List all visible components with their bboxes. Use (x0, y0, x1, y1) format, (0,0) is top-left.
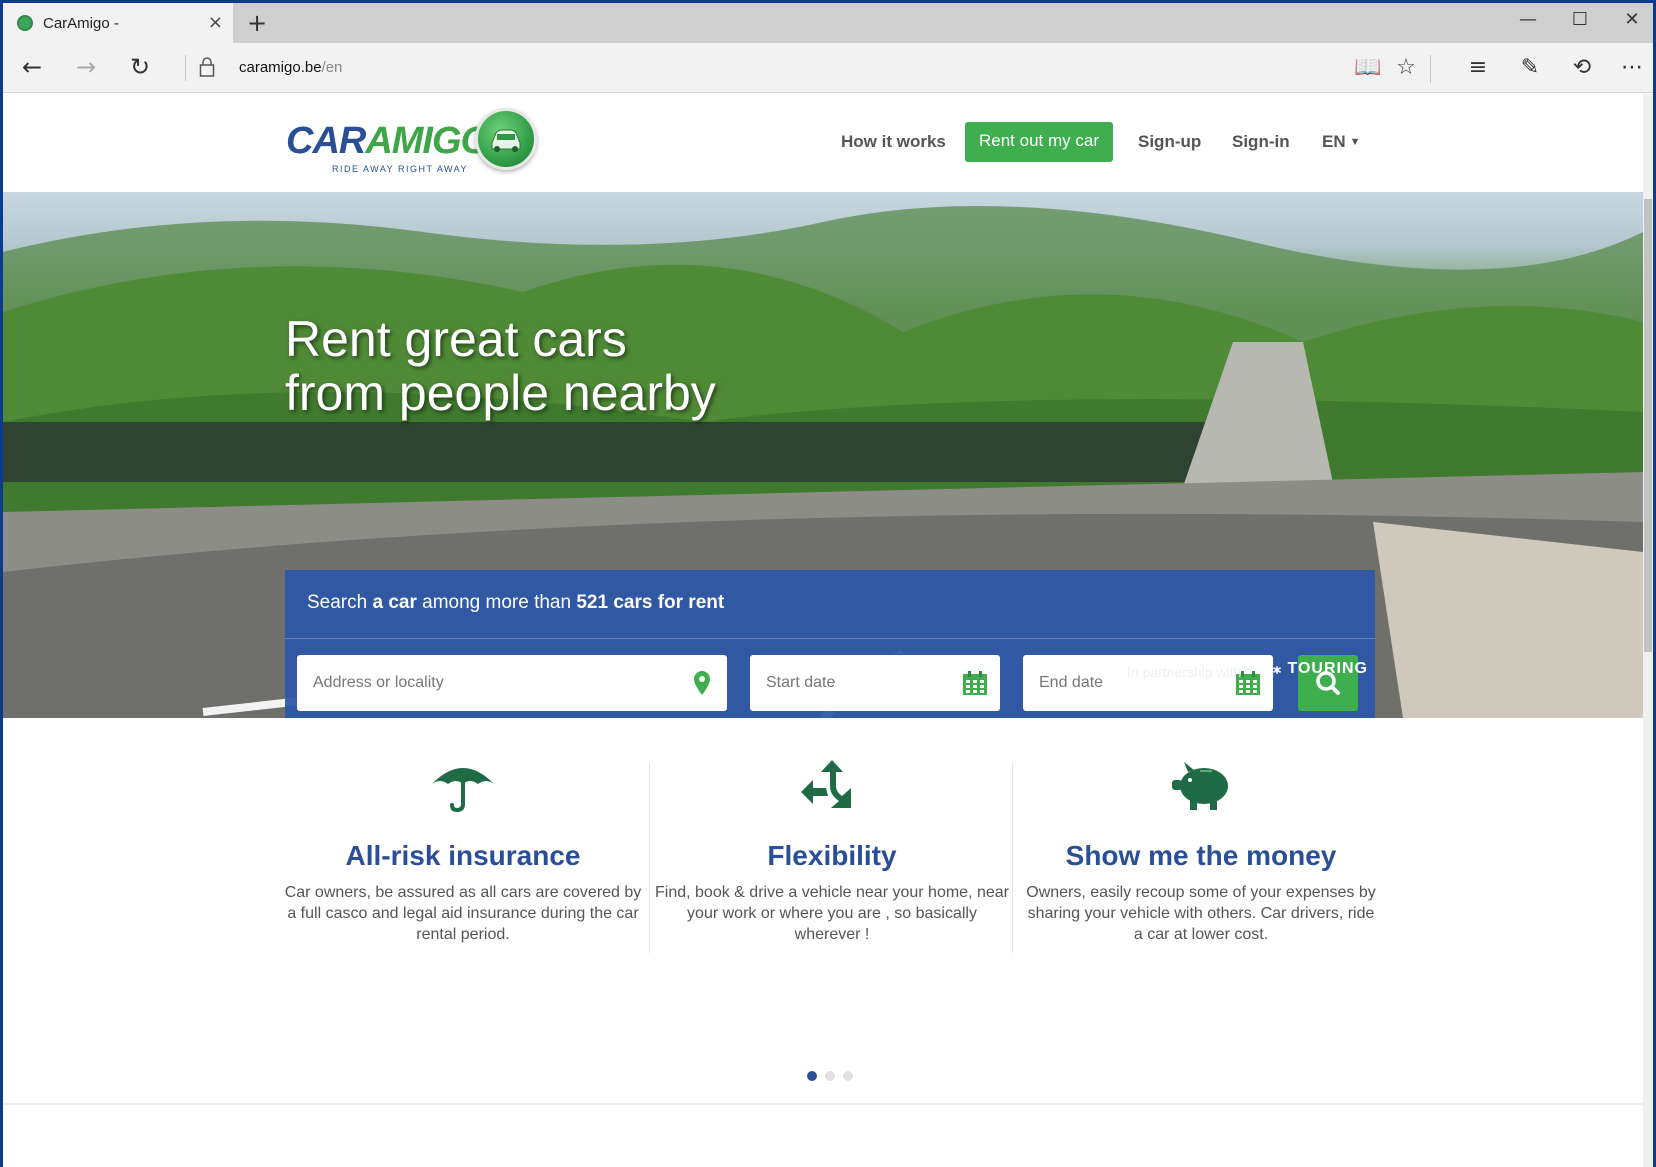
piggy-bank-icon (1172, 762, 1228, 810)
carousel-dot[interactable] (825, 1071, 835, 1081)
feature-flexibility: Flexibility Find, book & drive a vehicle… (652, 758, 1012, 945)
tab-close-icon[interactable]: × (208, 12, 223, 33)
nav-signup[interactable]: Sign-up (1138, 122, 1201, 162)
nav-signin[interactable]: Sign-in (1232, 122, 1290, 162)
favicon-icon (17, 15, 33, 31)
feature-separator (1012, 763, 1013, 953)
feature-title: Show me the money (1065, 840, 1337, 871)
url-field[interactable]: caramigo.be/en (239, 59, 342, 76)
toolbar-separator (1430, 55, 1431, 83)
language-dropdown[interactable]: EN ▼ (1322, 122, 1361, 162)
feature-title: Flexibility (767, 840, 897, 871)
section-divider (3, 1103, 1643, 1105)
nav-signup-label: Sign-up (1138, 132, 1202, 151)
share-icon[interactable]: ⟲ (1567, 55, 1597, 80)
start-date-input[interactable] (766, 655, 956, 711)
location-pin-icon[interactable] (689, 669, 715, 697)
favorite-star-icon[interactable]: ☆ (1391, 55, 1421, 80)
back-icon[interactable]: ← (15, 53, 49, 81)
forward-icon[interactable]: → (69, 53, 103, 81)
tab-title: CarAmigo - (43, 14, 119, 32)
language-label: EN (1322, 132, 1346, 151)
feature-text: Owners, easily recoup some of your expen… (1026, 884, 1376, 943)
site-header: CARAMIGO RIDE AWAY RIGHT AWAY How it wor… (3, 94, 1643, 192)
feature-insurance: All-risk insurance Car owners, be assure… (283, 758, 643, 945)
refresh-icon[interactable]: ↻ (123, 53, 157, 81)
lock-icon[interactable] (199, 57, 215, 77)
search-headline-prefix: Search (307, 592, 373, 613)
start-date-field[interactable] (750, 655, 1000, 711)
hub-icon[interactable]: ≡ (1463, 55, 1493, 80)
feature-money: Show me the money Owners, easily recoup … (1021, 758, 1381, 945)
feature-text: Car owners, be assured as all cars are c… (284, 884, 642, 943)
car-badge-icon (475, 108, 537, 170)
new-tab-button[interactable]: + (247, 9, 267, 37)
umbrella-icon (432, 768, 494, 813)
calendar-icon[interactable] (962, 669, 988, 697)
browser-window: CarAmigo - × + — ☐ ✕ ← → ↻ caramigo.be/e… (3, 3, 1653, 1167)
close-window-button[interactable]: ✕ (1617, 9, 1647, 30)
url-host: caramigo.be (239, 59, 322, 76)
logo-word-car: CAR (286, 120, 366, 162)
logo-tagline: RIDE AWAY RIGHT AWAY (332, 164, 469, 174)
feature-title: All-risk insurance (345, 840, 581, 871)
search-headline-bold1: a car (372, 592, 417, 613)
split-arrows-icon (801, 760, 851, 808)
touring-star-icon: ⁎ (1273, 660, 1288, 677)
vertical-scrollbar[interactable] (1643, 94, 1653, 1167)
hero-banner: Rent great cars from people nearby Searc… (3, 192, 1643, 718)
carousel-dot[interactable] (807, 1071, 817, 1081)
carousel-dots (807, 1071, 853, 1081)
search-panel: Search a car among more than 521 cars fo… (285, 570, 1375, 718)
rent-out-label: Rent out my car (965, 122, 1113, 162)
search-headline-mid: among more than (416, 592, 577, 613)
rent-out-button[interactable]: Rent out my car (965, 122, 1113, 162)
search-headline: Search a car among more than 521 cars fo… (307, 592, 724, 614)
address-field[interactable] (297, 655, 727, 711)
nav-signin-label: Sign-in (1232, 132, 1290, 151)
address-separator (185, 55, 186, 81)
feature-separator (649, 763, 650, 953)
tab-bar: CarAmigo - × + — ☐ ✕ (3, 3, 1653, 43)
nav-how-it-works[interactable]: How it works (841, 122, 946, 162)
browser-tab[interactable]: CarAmigo - × (3, 3, 233, 43)
caret-down-icon: ▼ (1349, 136, 1361, 148)
url-path: /en (321, 59, 343, 76)
search-divider (285, 638, 1375, 639)
hero-headline-line1: Rent great cars (285, 311, 627, 367)
maximize-button[interactable]: ☐ (1565, 9, 1595, 30)
more-icon[interactable]: ⋯ (1617, 55, 1647, 80)
search-headline-count: 521 cars for rent (576, 592, 725, 613)
features-section: All-risk insurance Car owners, be assure… (3, 718, 1643, 1167)
web-page: CARAMIGO RIDE AWAY RIGHT AWAY How it wor… (3, 94, 1643, 1167)
carousel-dot[interactable] (843, 1071, 853, 1081)
partner-text: In partnership with (1127, 664, 1242, 680)
caramigo-logo[interactable]: CARAMIGO RIDE AWAY RIGHT AWAY (286, 108, 546, 178)
feature-text: Find, book & drive a vehicle near your h… (655, 884, 1009, 943)
touring-logo-text: TOURING (1287, 660, 1368, 677)
nav-how-it-works-label: How it works (841, 132, 946, 151)
web-note-icon[interactable]: ✎ (1515, 55, 1545, 80)
address-bar: ← → ↻ caramigo.be/en 📖 ☆ ≡ ✎ ⟲ ⋯ (3, 43, 1653, 93)
touring-logo[interactable]: ⁎ TOURING (1273, 658, 1368, 678)
minimize-button[interactable]: — (1513, 9, 1543, 30)
logo-word-amigo: AMIGO (365, 120, 490, 162)
scrollbar-thumb[interactable] (1644, 199, 1652, 652)
hero-headline: Rent great cars from people nearby (285, 312, 985, 420)
address-input[interactable] (313, 655, 683, 711)
hero-headline-line2: from people nearby (285, 365, 716, 421)
logo-wordmark: CARAMIGO (286, 120, 490, 163)
reading-view-icon[interactable]: 📖 (1353, 55, 1383, 80)
